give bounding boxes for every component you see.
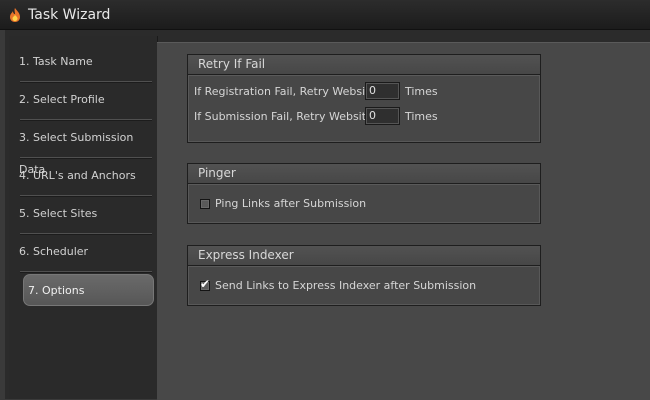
sidebar-item-task-name[interactable]: 1. Task Name <box>14 46 152 78</box>
sidebar-item-select-sites[interactable]: 5. Select Sites <box>14 198 152 230</box>
pinger-group: Pinger Ping Links after Submission <box>187 163 541 224</box>
title-bar: Task Wizard <box>0 0 650 30</box>
options-panel: Retry If Fail If Registration Fail, Retr… <box>157 42 650 400</box>
retry-group-title: Retry If Fail <box>188 55 540 75</box>
sidebar-divider <box>20 119 152 121</box>
sidebar-divider <box>20 233 152 235</box>
sidebar-item-urls-and-anchors[interactable]: 4. URL's and Anchors <box>14 160 152 192</box>
express-indexer-label[interactable]: Send Links to Express Indexer after Subm… <box>215 279 476 292</box>
sidebar-item-select-submission-data[interactable]: 3. Select Submission Data <box>14 122 152 176</box>
retry-group: Retry If Fail If Registration Fail, Retr… <box>187 54 541 143</box>
express-indexer-checkbox[interactable]: ✔ <box>200 277 211 291</box>
express-indexer-group: Express Indexer ✔ Send Links to Express … <box>187 245 541 306</box>
sidebar-item-options[interactable]: 7. Options <box>23 274 154 306</box>
ping-links-label[interactable]: Ping Links after Submission <box>215 197 366 210</box>
sidebar-divider <box>20 271 152 273</box>
flame-icon <box>10 8 20 22</box>
submission-retry-label: If Submission Fail, Retry Website <box>194 110 373 123</box>
window-title: Task Wizard <box>28 7 111 23</box>
sidebar-divider <box>20 81 152 83</box>
ping-links-checkbox[interactable] <box>200 199 210 209</box>
registration-retry-input[interactable]: 0 <box>365 82 400 100</box>
express-indexer-group-title: Express Indexer <box>188 246 540 266</box>
sidebar-divider <box>20 195 152 197</box>
registration-times-label: Times <box>405 85 438 98</box>
submission-retry-input[interactable]: 0 <box>365 107 400 125</box>
sidebar-divider <box>20 157 152 159</box>
sidebar-item-select-profile[interactable]: 2. Select Profile <box>14 84 152 116</box>
checkmark-icon: ✔ <box>200 277 211 291</box>
submission-times-label: Times <box>405 110 438 123</box>
registration-retry-label: If Registration Fail, Retry Website <box>194 85 377 98</box>
sidebar-item-scheduler[interactable]: 6. Scheduler <box>14 236 152 268</box>
pinger-group-title: Pinger <box>188 164 540 184</box>
